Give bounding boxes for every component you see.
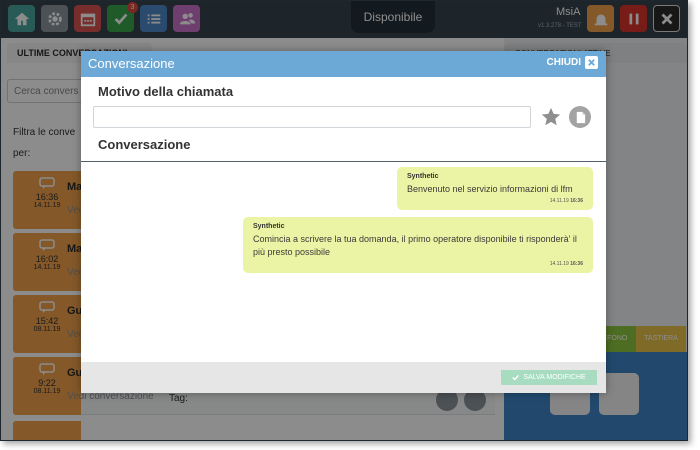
check-icon — [512, 374, 520, 381]
favorite-button[interactable] — [540, 106, 562, 128]
message-timestamp: 14.11.19 16:36 — [549, 198, 583, 204]
message-timestamp: 14.11.19 16:36 — [549, 261, 583, 267]
message-text: Benvenuto nel servizio informazioni di l… — [407, 184, 573, 194]
conversation-modal: Conversazione CHIUDI Motivo della chiama… — [81, 51, 606, 393]
close-button[interactable]: CHIUDI — [547, 56, 598, 69]
star-icon — [541, 107, 561, 126]
chat-message: Synthetic Comincia a scrivere la tua dom… — [243, 217, 593, 273]
conversation-title: Conversazione — [98, 137, 191, 152]
message-text: Comincia a scrivere la tua domanda, il p… — [253, 234, 577, 257]
modal-footer: SALVA MODIFICHE — [81, 362, 606, 393]
chat-messages: Synthetic Benvenuto nel servizio informa… — [81, 162, 606, 362]
document-icon — [576, 111, 585, 123]
chat-message: Synthetic Benvenuto nel servizio informa… — [397, 167, 593, 210]
notes-button[interactable] — [569, 106, 591, 128]
reason-title: Motivo della chiamata — [98, 84, 234, 99]
close-icon — [585, 56, 598, 69]
message-sender: Synthetic — [407, 173, 439, 180]
modal-title: Conversazione — [88, 56, 175, 71]
app-window: 3 Disponibile MsiA v1.3.278 - TEST ULTIM… — [0, 0, 688, 441]
save-changes-button[interactable]: SALVA MODIFICHE — [501, 370, 597, 385]
modal-header: Conversazione CHIUDI — [81, 51, 606, 77]
call-reason-input[interactable] — [93, 106, 531, 128]
message-sender: Synthetic — [253, 223, 285, 230]
